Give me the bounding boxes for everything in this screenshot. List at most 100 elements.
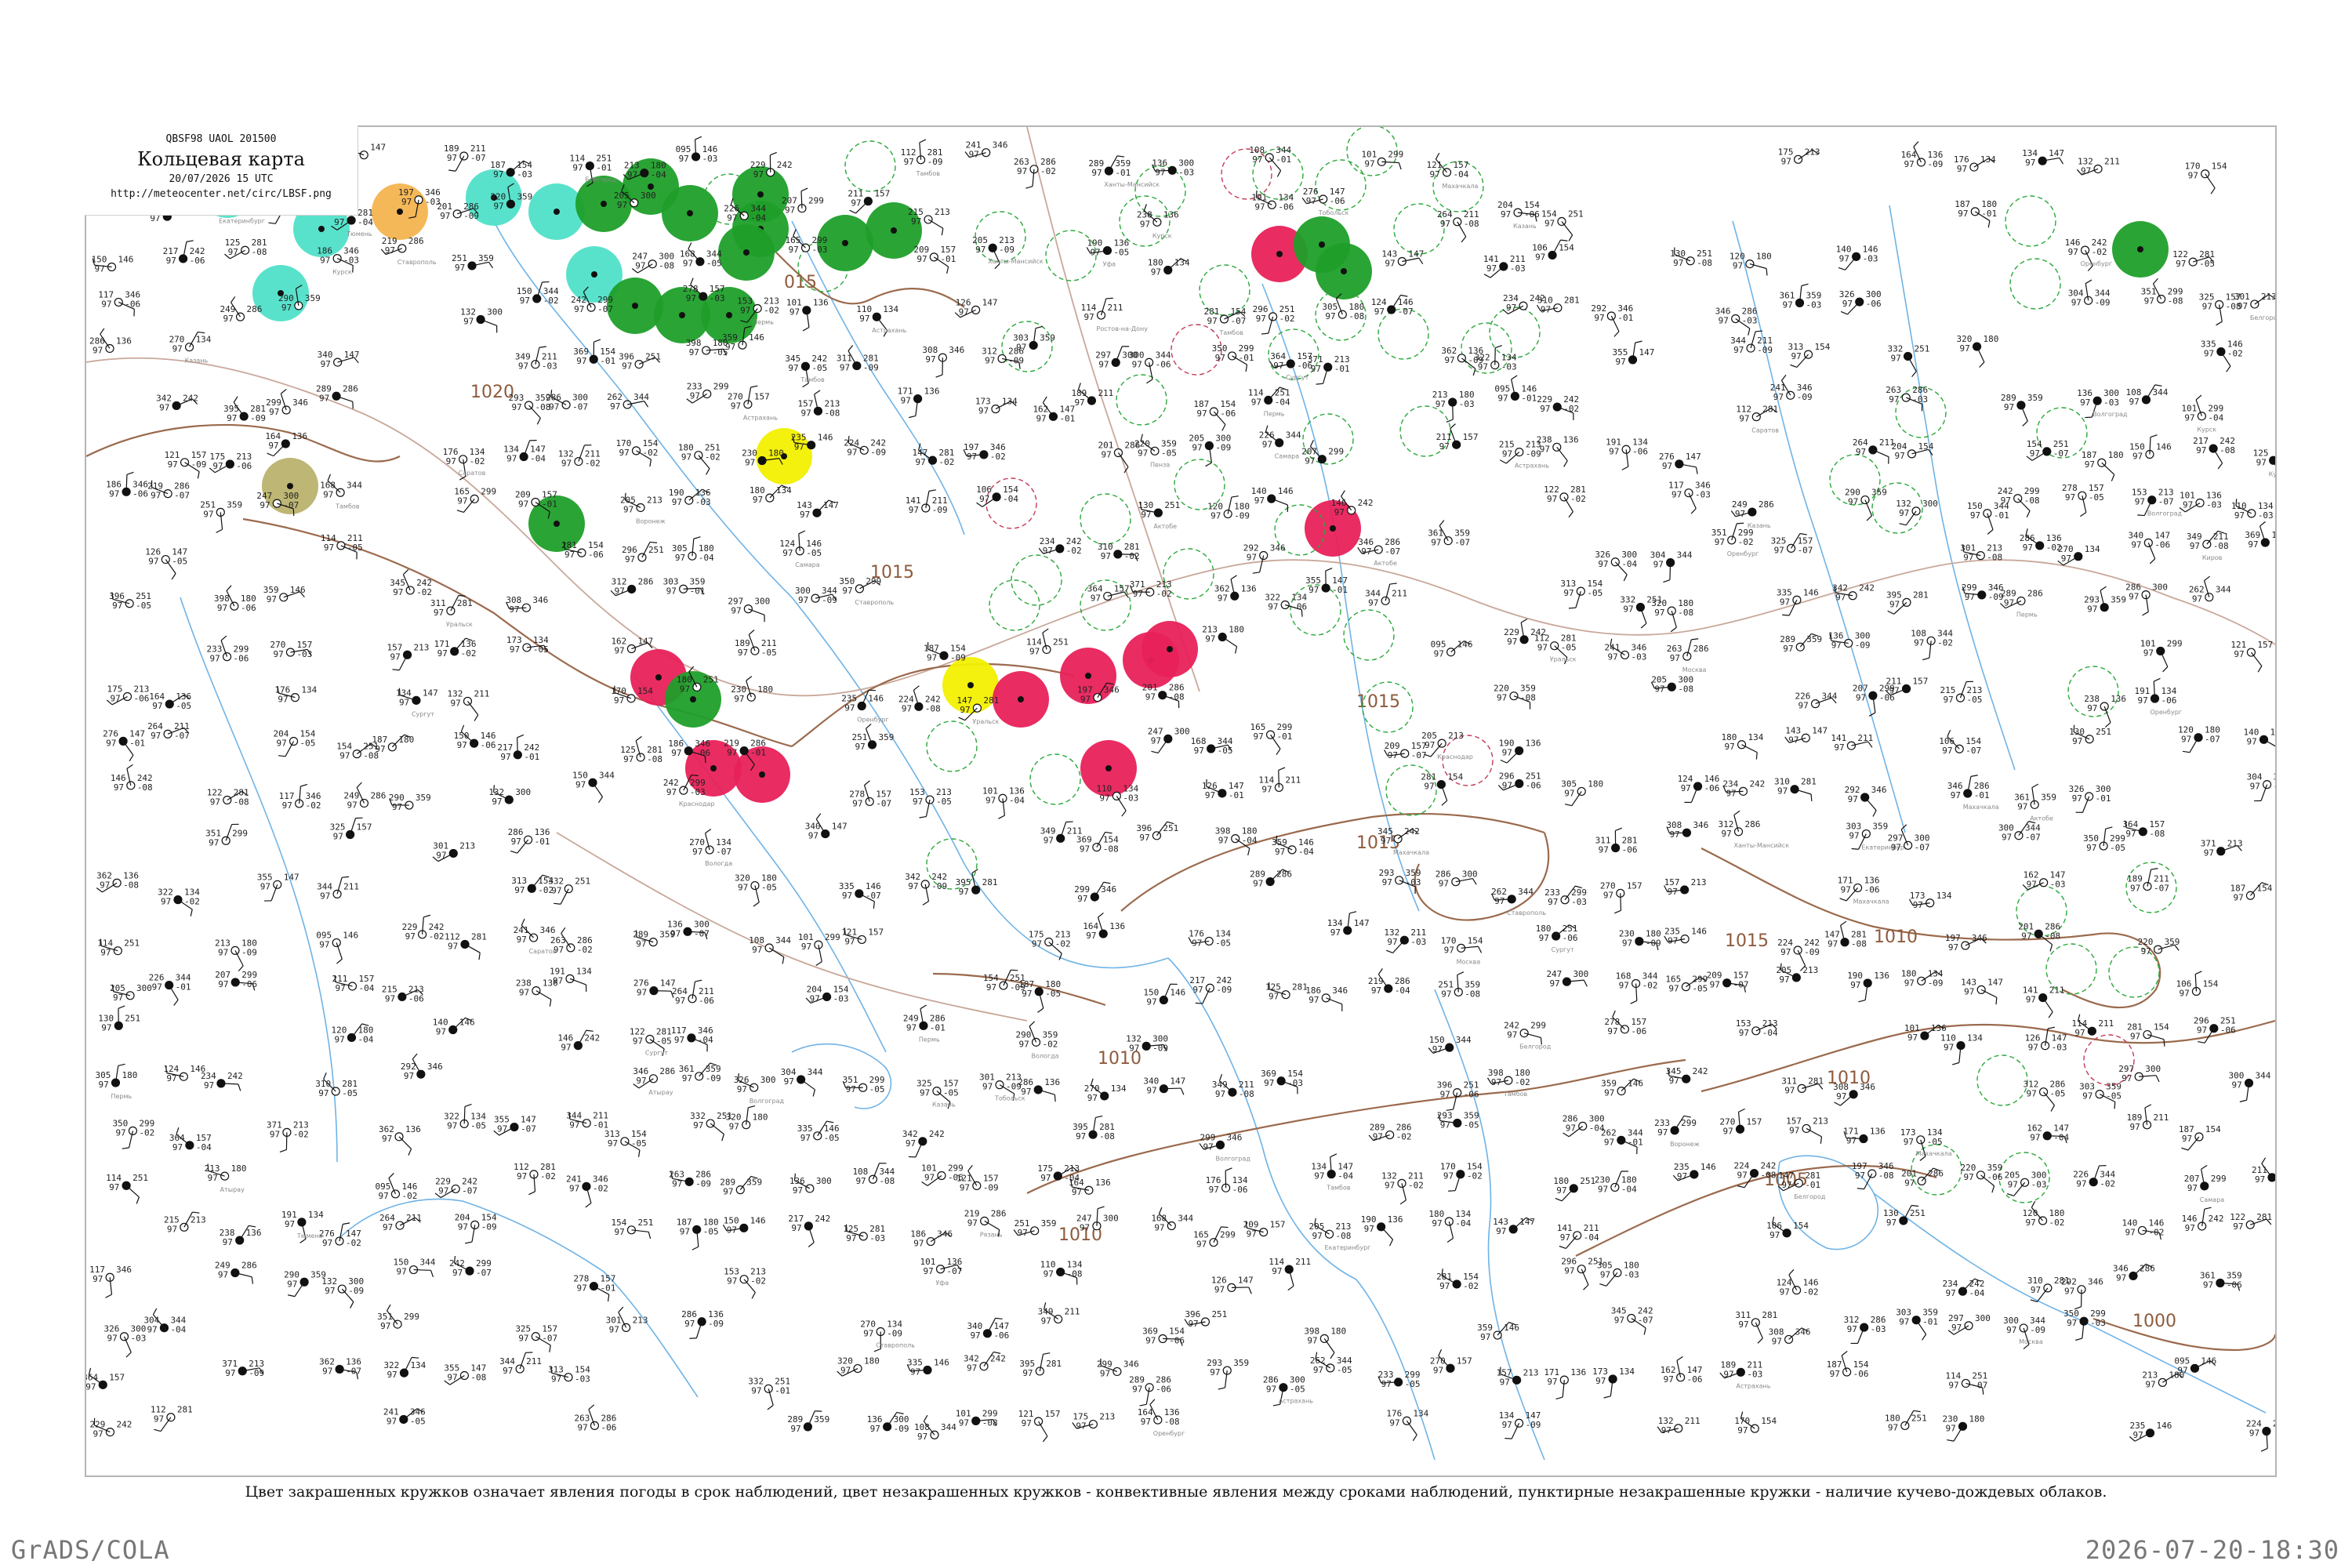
station-model[interactable]: 33297251 — [548, 877, 590, 905]
station-model[interactable]: 30197213Белгород — [2234, 292, 2275, 321]
station-model[interactable]: 25197359-08 — [1438, 971, 1480, 1000]
station-model[interactable]: 20997157-07 — [1384, 741, 1427, 760]
station-model[interactable]: 32297134-02 — [158, 887, 200, 916]
station-model[interactable]: 15097344-01 — [1967, 501, 2009, 535]
station-model[interactable]: 27897157-01 — [573, 1274, 615, 1302]
station-model[interactable]: 15097344 — [394, 1258, 436, 1278]
station-model[interactable]: 20997157-07 — [1707, 971, 1749, 993]
station-model[interactable]: 30197213 — [606, 1306, 648, 1334]
station-model[interactable]: 19097136-03 — [669, 488, 711, 507]
station-model[interactable]: 26297344Ставрополь — [1490, 887, 1546, 916]
station-model[interactable]: 36497157 — [86, 1367, 125, 1392]
station-model[interactable]: 16297147-03 — [2022, 870, 2066, 891]
station-model[interactable]: 15797213 — [387, 642, 430, 671]
station-model[interactable]: 10197136-03 — [2179, 490, 2222, 513]
station-model[interactable]: 12597281-08 — [224, 238, 267, 260]
station-model[interactable]: 29797300-07 — [1888, 824, 1930, 853]
station-model[interactable]: 28997359 — [720, 1175, 762, 1197]
station-model[interactable]: 10697154 — [1766, 1216, 1809, 1240]
station-model[interactable]: 14197211-03 — [1483, 254, 1526, 278]
station-model[interactable]: 24997286 — [215, 1261, 257, 1284]
station-model[interactable]: 17197136 — [1544, 1367, 1586, 1400]
station-model[interactable]: 14397147 — [1961, 977, 2003, 1005]
station-model[interactable]: 12597281-03 — [843, 1224, 885, 1243]
station-model[interactable]: 28997286-06 — [1129, 1375, 1171, 1406]
station-model[interactable]: 32697300-01 — [2069, 784, 2111, 813]
station-model[interactable]: 35597147-08 — [444, 1363, 486, 1385]
station-model[interactable]: 19197134-06Оренбург — [2135, 677, 2182, 716]
station-model[interactable]: 20797299-06 — [215, 970, 257, 991]
station-model[interactable]: 35197299 — [377, 1304, 419, 1331]
station-model[interactable]: 30897346 — [1769, 1327, 1811, 1346]
station-model[interactable]: 34697286-07Актобе — [1357, 537, 1400, 567]
station-model[interactable]: 21397180 — [1202, 625, 1244, 654]
station-model[interactable]: 17597213 — [1778, 147, 1820, 166]
station-model[interactable]: 12597281Курск — [2253, 448, 2275, 481]
station-model[interactable]: 37197213-02 — [267, 1120, 309, 1153]
station-model[interactable]: 29697251 — [622, 541, 664, 564]
station-model[interactable]: 31197281-06 — [1595, 827, 1638, 855]
station-model[interactable]: 32697300Волгоград — [734, 1073, 785, 1105]
station-model[interactable]: 15097344 — [1428, 1035, 1472, 1054]
station-model[interactable]: 22997242-02 — [402, 914, 445, 942]
station-model[interactable]: 10197136-04 — [982, 786, 1025, 819]
station-model[interactable]: 18097134-09 — [1901, 968, 1944, 988]
station-model[interactable]: 17097154 — [1734, 1411, 1777, 1436]
station-model[interactable]: 34297242 — [964, 1351, 1006, 1374]
station-model[interactable]: 32297134-05 — [444, 1103, 486, 1131]
station-model[interactable]: 12197157 — [1018, 1409, 1061, 1443]
station-model[interactable]: 13297300 — [1896, 499, 1938, 526]
station-model[interactable]: 39697251-06 — [1437, 1080, 1479, 1111]
station-model[interactable]: 22097359-05Пенза — [1134, 434, 1177, 469]
station-model[interactable]: 20597300 — [110, 983, 152, 1003]
station-model[interactable]: 27097157 — [1600, 880, 1642, 914]
station-model[interactable]: 21797242 — [788, 1214, 830, 1247]
station-model[interactable]: 31197281 — [1781, 1076, 1824, 1095]
station-model[interactable]: 36997154-03 — [1261, 1069, 1303, 1094]
station-model[interactable]: 34597242-05Тамбов — [785, 354, 827, 388]
station-model[interactable]: 20597300-03 — [2005, 1170, 2047, 1196]
station-model[interactable]: 21997286-04 — [1368, 968, 1410, 996]
station-model[interactable]: 18697346-06 — [106, 471, 148, 499]
station-model[interactable]: 11297281-05Уральск — [1534, 633, 1577, 665]
station-model[interactable]: 23097180-04 — [1595, 1171, 1637, 1194]
station-model[interactable]: 09597146-03 — [676, 136, 718, 164]
station-model[interactable]: 11497211 — [1269, 1257, 1311, 1291]
station-model[interactable]: 20597213-09Ханты-Мансийск — [972, 235, 1044, 270]
station-model[interactable]: 20997157-01 — [913, 245, 956, 274]
station-model[interactable]: 23497242-04 — [1942, 1278, 1985, 1298]
station-model[interactable]: 32697300-04 — [1595, 550, 1638, 582]
station-model[interactable]: 39597281 — [1019, 1352, 1062, 1378]
station-model[interactable]: 16597299 — [1193, 1226, 1236, 1250]
station-model[interactable]: 14197211 — [1831, 733, 1873, 753]
station-model[interactable]: 15097146 — [2129, 434, 2172, 462]
station-model[interactable]: 13497147-04 — [503, 440, 546, 464]
station-model[interactable]: 28997359 — [1780, 633, 1822, 654]
station-model[interactable]: 30397359-05 — [2079, 1082, 2122, 1109]
station-model[interactable]: 21197157 — [1436, 423, 1479, 452]
station-model[interactable]: 18097134 — [1148, 257, 1190, 277]
station-model[interactable]: 15397213-02Пермь — [737, 296, 779, 325]
station-model[interactable]: 33597146 — [1777, 587, 1819, 616]
station-model[interactable]: 26497211-06 — [672, 979, 714, 1006]
station-model[interactable]: 34097147 — [318, 350, 360, 369]
station-model[interactable]: 12197157 — [841, 927, 884, 946]
station-model[interactable]: 28697300 — [1436, 869, 1478, 889]
station-model[interactable]: 31397154-03 — [548, 1365, 590, 1385]
station-model[interactable]: 21197157-04 — [332, 974, 374, 993]
station-model[interactable]: 18797180-01 — [1955, 199, 1997, 228]
station-model[interactable]: 20197286-09 — [437, 201, 479, 221]
station-model[interactable]: 23597146 — [791, 433, 833, 452]
station-model[interactable]: 18697346 — [910, 1229, 953, 1249]
station-model[interactable]: 23897136Курск — [1137, 204, 1179, 239]
station-model[interactable]: 30497344 — [1650, 550, 1693, 583]
station-model[interactable]: 12097180-02 — [2023, 1200, 2065, 1228]
station-model[interactable]: 32097180 — [1957, 334, 1999, 368]
station-model[interactable]: 27697147-01 — [103, 728, 145, 762]
station-model[interactable]: 13297300 — [488, 785, 531, 807]
station-model[interactable]: 18797180 — [2082, 450, 2124, 481]
station-model[interactable]: 09597146-01 — [1494, 375, 1537, 403]
station-model[interactable]: 18097134-04 — [1428, 1209, 1472, 1243]
station-model[interactable]: 33597146 — [906, 1357, 949, 1377]
station-model[interactable]: 15097344 — [572, 770, 615, 804]
